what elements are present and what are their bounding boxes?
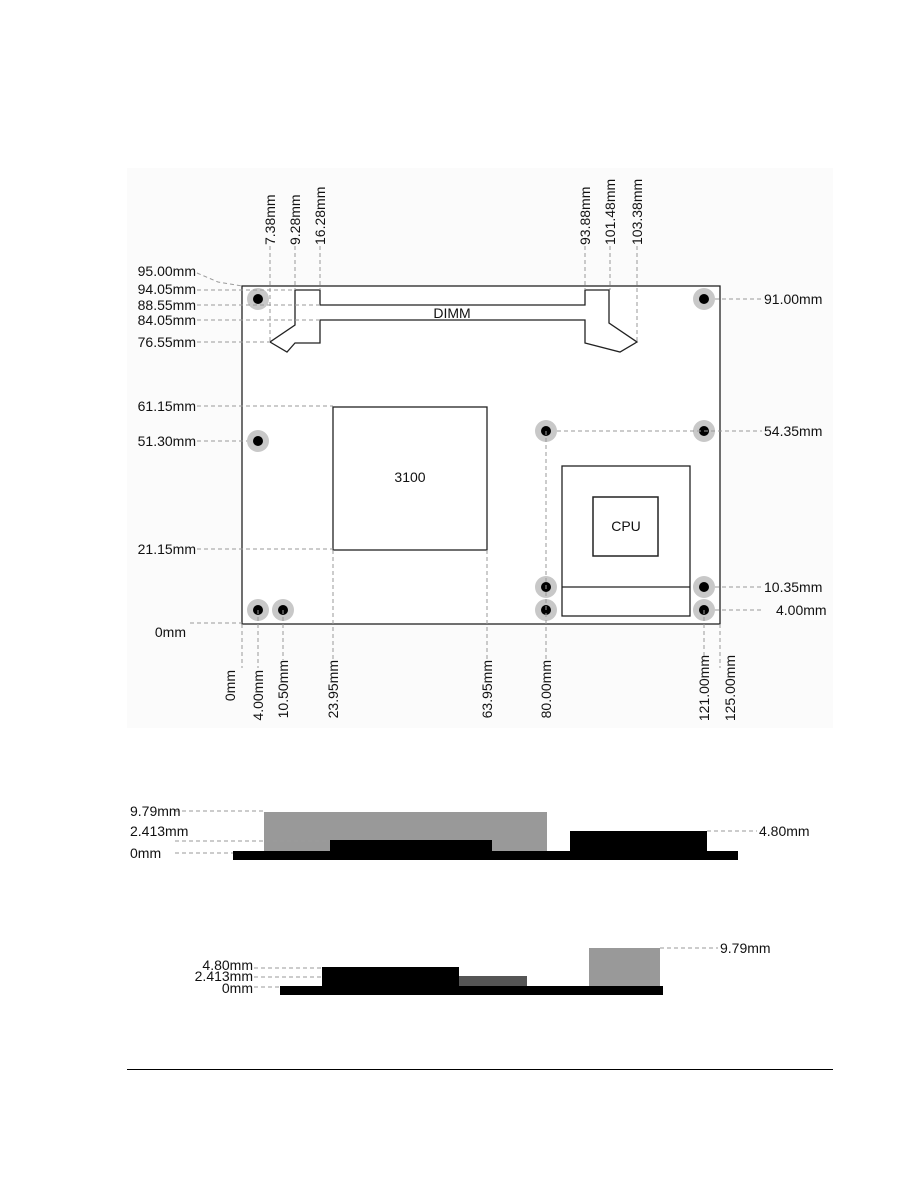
footer-divider bbox=[127, 1069, 833, 1070]
top-dimension-labels: 7.38mm 9.28mm 16.28mm 93.88mm 101.48mm 1… bbox=[262, 179, 645, 245]
dim-label: 0mm bbox=[155, 624, 186, 640]
dim-label: 2.413mm bbox=[130, 823, 188, 839]
cpu-profile bbox=[322, 967, 459, 987]
side-view-2: 4.80mm 2.413mm 0mm 9.79mm bbox=[195, 940, 771, 996]
dim-label: 16.28mm bbox=[312, 187, 328, 245]
dim-label: 125.00mm bbox=[722, 655, 738, 721]
cpu-profile bbox=[570, 831, 707, 852]
side-view-1: 9.79mm 2.413mm 0mm 4.80mm bbox=[130, 803, 810, 861]
dim-label: 76.55mm bbox=[138, 334, 196, 350]
dim-label: 0mm bbox=[222, 670, 238, 701]
dim-label: 84.05mm bbox=[138, 312, 196, 328]
dim-label: 103.38mm bbox=[629, 179, 645, 245]
dim-label: 63.95mm bbox=[479, 660, 495, 718]
dim-label: 0mm bbox=[222, 980, 253, 996]
chipset-profile bbox=[459, 976, 527, 987]
dim-label: 54.35mm bbox=[764, 423, 822, 439]
dim-label: 7.38mm bbox=[262, 194, 278, 245]
dimm-label: DIMM bbox=[433, 305, 470, 321]
mount-hole bbox=[247, 288, 269, 310]
dim-label: 4.80mm bbox=[759, 823, 810, 839]
dim-label: 4.00mm bbox=[776, 602, 827, 618]
dim-label: 9.79mm bbox=[130, 803, 181, 819]
dim-label: 9.79mm bbox=[720, 940, 771, 956]
top-view: DIMM 3100 CPU 95.00mm 94.05mm 88.55mm 84… bbox=[138, 179, 827, 721]
chipset-profile bbox=[330, 840, 492, 851]
mechanical-drawing: DIMM 3100 CPU 95.00mm 94.05mm 88.55mm 84… bbox=[130, 179, 827, 996]
dim-label: 10.50mm bbox=[275, 660, 291, 718]
dim-label: 121.00mm bbox=[696, 655, 712, 721]
dim-label: 88.55mm bbox=[138, 297, 196, 313]
dim-label: 61.15mm bbox=[138, 398, 196, 414]
left-dimension-labels: 95.00mm 94.05mm 88.55mm 84.05mm 76.55mm … bbox=[138, 263, 196, 640]
heatsink bbox=[589, 948, 660, 987]
dim-label: 51.30mm bbox=[138, 433, 196, 449]
bottom-dimension-labels: 0mm 4.00mm 10.50mm 23.95mm 63.95mm 80.00… bbox=[222, 655, 738, 721]
mount-hole bbox=[247, 430, 269, 452]
pcb-profile bbox=[233, 851, 738, 860]
right-dimension-labels: 91.00mm 54.35mm 10.35mm 4.00mm bbox=[764, 291, 827, 618]
mount-hole bbox=[693, 288, 715, 310]
dim-label: 9.28mm bbox=[287, 194, 303, 245]
pcb-profile bbox=[280, 986, 663, 995]
dim-label: 95.00mm bbox=[138, 263, 196, 279]
cpu-label: CPU bbox=[611, 518, 641, 534]
dim-label: 91.00mm bbox=[764, 291, 822, 307]
chipset-label: 3100 bbox=[394, 469, 425, 485]
dim-label: 10.35mm bbox=[764, 579, 822, 595]
dim-label: 93.88mm bbox=[577, 187, 593, 245]
dim-label: 4.00mm bbox=[250, 670, 266, 721]
dim-label: 101.48mm bbox=[602, 179, 618, 245]
dim-label: 23.95mm bbox=[325, 660, 341, 718]
mount-hole bbox=[693, 576, 715, 598]
dim-label: 94.05mm bbox=[138, 281, 196, 297]
dim-label: 21.15mm bbox=[138, 541, 196, 557]
dim-label: 80.00mm bbox=[538, 660, 554, 718]
dim-label: 0mm bbox=[130, 845, 161, 861]
